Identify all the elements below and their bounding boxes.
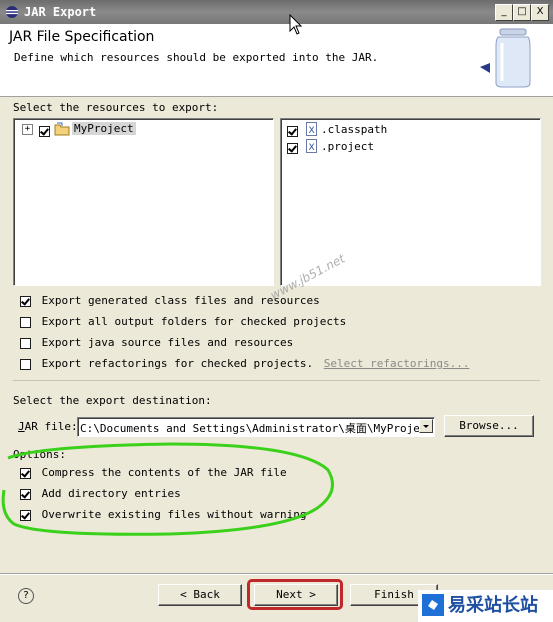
next-button[interactable]: Next >	[254, 584, 338, 606]
tree-expander-icon[interactable]: +	[22, 124, 33, 135]
option-label: Compress the contents of the JAR file	[41, 466, 287, 479]
export-refactorings-checkbox[interactable]	[20, 358, 31, 370]
export-output-folders-checkbox[interactable]	[20, 316, 31, 328]
resource-tree-panel[interactable]: + MyProject	[13, 118, 274, 286]
svg-text:X: X	[309, 126, 315, 136]
export-java-source-checkbox[interactable]	[20, 337, 31, 349]
back-button[interactable]: < Back	[158, 584, 242, 606]
compress-checkbox[interactable]	[20, 467, 31, 479]
wizard-header: JAR File Specification Define which reso…	[0, 24, 553, 97]
export-output-folders-option[interactable]: Export all output folders for checked pr…	[20, 315, 346, 328]
eclipse-icon	[6, 6, 18, 18]
window-title: JAR Export	[24, 5, 97, 19]
help-icon[interactable]: ?	[18, 588, 34, 604]
jar-file-input[interactable]: C:\Documents and Settings\Administrator\…	[80, 420, 434, 436]
jar-file-combo[interactable]: C:\Documents and Settings\Administrator\…	[77, 417, 435, 437]
finish-label: Finish	[374, 588, 414, 601]
page-title: JAR File Specification	[9, 29, 155, 45]
option-label: Add directory entries	[41, 487, 181, 500]
close-button[interactable]: X	[531, 4, 549, 21]
file-list-item[interactable]: X .project	[287, 139, 527, 155]
file-label: .project	[321, 140, 374, 153]
browse-label: Browse...	[459, 419, 519, 432]
file-list-item[interactable]: X .classpath	[287, 122, 527, 138]
brand-text: 易采站长站	[448, 595, 538, 616]
resource-files-panel[interactable]: X .classpath X .project	[280, 118, 541, 286]
separator	[13, 380, 540, 381]
project-folder-icon	[54, 122, 70, 136]
directory-entries-checkbox[interactable]	[20, 488, 31, 500]
options-label: Options:	[13, 448, 66, 461]
mouse-cursor-icon	[289, 14, 303, 35]
back-label: < Back	[180, 588, 220, 601]
jar-banner-icon	[480, 28, 531, 88]
project-file-checkbox[interactable]	[287, 142, 298, 154]
title-bar[interactable]: JAR Export _ □ X	[0, 0, 553, 24]
jar-file-label: JAR file:	[18, 420, 78, 433]
file-label: .classpath	[321, 123, 388, 136]
destination-label: Select the export destination:	[13, 394, 212, 407]
resources-label: Select the resources to export:	[13, 101, 219, 114]
classpath-checkbox[interactable]	[287, 125, 298, 137]
svg-text:X: X	[309, 143, 315, 153]
brand-watermark: 易采站长站	[418, 590, 553, 622]
minimize-button[interactable]: _	[495, 4, 513, 21]
overwrite-option[interactable]: Overwrite existing files without warning	[20, 508, 307, 521]
option-label: Export java source files and resources	[41, 336, 294, 349]
maximize-button[interactable]: □	[513, 4, 531, 21]
overwrite-checkbox[interactable]	[20, 509, 31, 521]
xml-file-icon: X	[306, 139, 317, 153]
next-label: Next >	[276, 588, 316, 601]
myproject-checkbox[interactable]	[39, 125, 50, 137]
xml-file-icon: X	[306, 122, 317, 136]
option-label: Export refactorings for checked projects…	[41, 357, 314, 370]
directory-entries-option[interactable]: Add directory entries	[20, 487, 181, 500]
export-class-files-checkbox[interactable]	[20, 295, 31, 307]
combo-dropdown-button[interactable]	[419, 419, 433, 433]
chevron-down-icon	[423, 425, 429, 428]
compress-option[interactable]: Compress the contents of the JAR file	[20, 466, 287, 479]
page-description: Define which resources should be exporte…	[14, 51, 379, 64]
brand-logo-icon	[422, 594, 444, 616]
tree-item-myproject[interactable]: MyProject	[72, 122, 136, 135]
export-java-source-option[interactable]: Export java source files and resources	[20, 336, 293, 349]
export-refactorings-option[interactable]: Export refactorings for checked projects…	[20, 357, 469, 370]
select-refactorings-link[interactable]: Select refactorings...	[324, 357, 470, 370]
option-label: Overwrite existing files without warning	[41, 508, 307, 521]
footer-separator	[0, 573, 553, 575]
option-label: Export all output folders for checked pr…	[41, 315, 347, 328]
browse-button[interactable]: Browse...	[444, 415, 534, 437]
